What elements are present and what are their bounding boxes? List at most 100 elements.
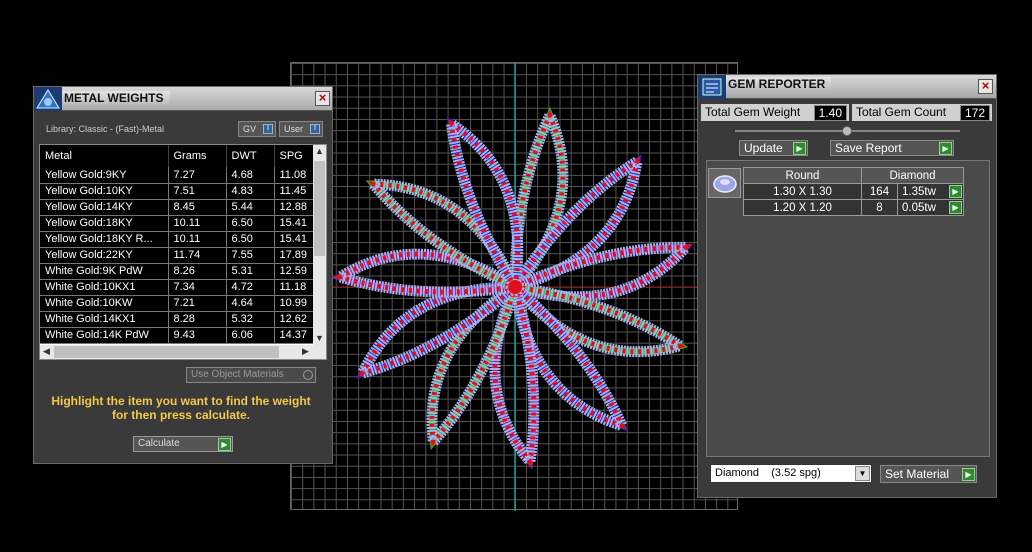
column-header-dwt[interactable]: DWT [226, 145, 275, 167]
user-indicator-icon: I [310, 124, 320, 134]
gem-reporter-titlebar[interactable]: GEM REPORTER × [698, 75, 996, 99]
table-cell: 6.50 [226, 215, 275, 232]
gem-table-row[interactable]: 1.30 X 1.30 164 1.35tw ▶ [743, 183, 964, 200]
table-cell: 8.26 [168, 263, 227, 280]
gem-weight: 0.05tw ▶ [897, 199, 964, 216]
total-gem-weight-value: 1.40 [813, 105, 847, 121]
table-cell: 12.59 [274, 263, 315, 280]
table-cell: 11.45 [274, 183, 315, 200]
use-object-materials-checkbox[interactable]: Use Object Materials [186, 367, 316, 383]
gv-toggle[interactable]: GV I [238, 121, 276, 137]
gem-count: 8 [861, 199, 898, 216]
table-cell: 8.45 [168, 199, 227, 216]
table-row[interactable]: White Gold:10KX1 7.34 4.72 11.18 [40, 279, 315, 296]
slider-handle[interactable] [842, 126, 852, 136]
table-cell: 7.51 [168, 183, 227, 200]
checkbox-circle-icon [303, 370, 313, 380]
gem-table: Round Diamond 1.30 X 1.30 164 1.35tw ▶ 1.… [743, 167, 964, 216]
user-toggle[interactable]: User I [279, 121, 323, 137]
vertical-scrollbar[interactable]: ▲ ▼ [313, 145, 326, 347]
scroll-down-icon[interactable]: ▼ [315, 333, 324, 343]
metal-weights-logo-icon [34, 87, 62, 111]
table-cell: 4.83 [226, 183, 275, 200]
play-arrow-icon: ▶ [939, 142, 952, 155]
table-cell: White Gold:14KX1 [40, 311, 169, 328]
round-gem-thumbnail-icon [708, 168, 741, 198]
table-cell: 8.28 [168, 311, 227, 328]
play-arrow-icon[interactable]: ▶ [949, 201, 962, 214]
table-cell: White Gold:14K PdW [40, 327, 169, 344]
table-cell: 7.27 [168, 167, 227, 184]
table-cell: 11.18 [274, 279, 315, 296]
table-cell: 4.68 [226, 167, 275, 184]
3d-viewport[interactable] [290, 62, 739, 511]
horizontal-scrollbar[interactable]: ◀ ▶ [40, 345, 326, 359]
total-gem-count-value: 172 [959, 105, 990, 121]
material-select[interactable]: Diamond (3.52 spg) ▼ [710, 464, 872, 483]
gem-table-header: Round Diamond [743, 167, 964, 184]
table-cell: White Gold:10KW [40, 295, 169, 312]
gem-reporter-logo-icon [698, 75, 726, 99]
save-report-button[interactable]: Save Report ▶ [830, 140, 954, 156]
scroll-right-icon[interactable]: ▶ [302, 346, 309, 357]
table-cell: 15.41 [274, 231, 315, 248]
table-cell: Yellow Gold:9KY [40, 167, 169, 184]
close-icon[interactable]: × [978, 79, 993, 94]
table-row[interactable]: White Gold:14K PdW 9.43 6.06 14.37 [40, 327, 315, 344]
table-cell: 7.55 [226, 247, 275, 264]
gem-weight: 1.35tw ▶ [897, 183, 964, 200]
horizontal-scroll-thumb[interactable] [54, 346, 279, 358]
table-cell: 6.06 [226, 327, 275, 344]
total-gem-count: Total Gem Count 172 [852, 104, 992, 121]
table-row[interactable]: Yellow Gold:18KY 10.11 6.50 15.41 [40, 215, 315, 232]
column-header-metal[interactable]: Metal [40, 145, 169, 167]
metal-weights-titlebar[interactable]: METAL WEIGHTS × [34, 87, 332, 111]
play-arrow-icon: ▶ [218, 438, 231, 451]
column-header-spg[interactable]: SPG [274, 145, 315, 167]
calculate-hint: Highlight the item you want to find the … [51, 394, 311, 422]
table-row[interactable]: White Gold:9K PdW 8.26 5.31 12.59 [40, 263, 315, 280]
table-row[interactable]: Yellow Gold:9KY 7.27 4.68 11.08 [40, 167, 315, 184]
metal-weights-title: METAL WEIGHTS [62, 91, 170, 105]
table-cell: Yellow Gold:22KY [40, 247, 169, 264]
scroll-left-icon[interactable]: ◀ [43, 346, 50, 357]
table-cell: 10.11 [168, 215, 227, 232]
gem-count: 164 [861, 183, 898, 200]
table-cell: 5.31 [226, 263, 275, 280]
update-button[interactable]: Update ▶ [739, 140, 808, 156]
scroll-up-icon[interactable]: ▲ [315, 146, 324, 156]
ring-model-render [291, 63, 739, 511]
chevron-down-icon[interactable]: ▼ [855, 466, 870, 481]
table-cell: 7.21 [168, 295, 227, 312]
play-arrow-icon[interactable]: ▶ [949, 185, 962, 198]
table-row[interactable]: White Gold:14KX1 8.28 5.32 12.62 [40, 311, 315, 328]
table-cell: White Gold:10KX1 [40, 279, 169, 296]
table-cell: 12.62 [274, 311, 315, 328]
table-row[interactable]: Yellow Gold:10KY 7.51 4.83 11.45 [40, 183, 315, 200]
table-cell: Yellow Gold:14KY [40, 199, 169, 216]
table-row[interactable]: Yellow Gold:22KY 11.74 7.55 17.89 [40, 247, 315, 264]
gem-size: 1.30 X 1.30 [743, 183, 862, 200]
table-cell: 14.37 [274, 327, 315, 344]
table-cell: Yellow Gold:10KY [40, 183, 169, 200]
library-label: Library: Classic - (Fast)-Metal [46, 124, 165, 134]
metal-table[interactable]: Metal Grams DWT SPG Yellow Gold:9KY 7.27 4.68… [39, 144, 327, 360]
table-cell: 12.88 [274, 199, 315, 216]
table-row[interactable]: Yellow Gold:18KY R... 10.11 6.50 15.41 [40, 231, 315, 248]
table-cell: 11.74 [168, 247, 227, 264]
gem-table-row[interactable]: 1.20 X 1.20 8 0.05tw ▶ [743, 199, 964, 216]
table-cell: 6.50 [226, 231, 275, 248]
gem-size: 1.20 X 1.20 [743, 199, 862, 216]
vertical-scroll-thumb[interactable] [314, 161, 325, 256]
calculate-button[interactable]: Calculate ▶ [133, 436, 233, 452]
table-cell: 4.72 [226, 279, 275, 296]
table-cell: 10.99 [274, 295, 315, 312]
table-cell: Yellow Gold:18KY [40, 215, 169, 232]
center-gem [508, 280, 522, 294]
column-header-grams[interactable]: Grams [168, 145, 227, 167]
total-gem-weight: Total Gem Weight 1.40 [701, 104, 849, 121]
table-row[interactable]: White Gold:10KW 7.21 4.64 10.99 [40, 295, 315, 312]
close-icon[interactable]: × [315, 91, 330, 106]
set-material-button[interactable]: Set Material ▶ [880, 465, 977, 483]
table-row[interactable]: Yellow Gold:14KY 8.45 5.44 12.88 [40, 199, 315, 216]
